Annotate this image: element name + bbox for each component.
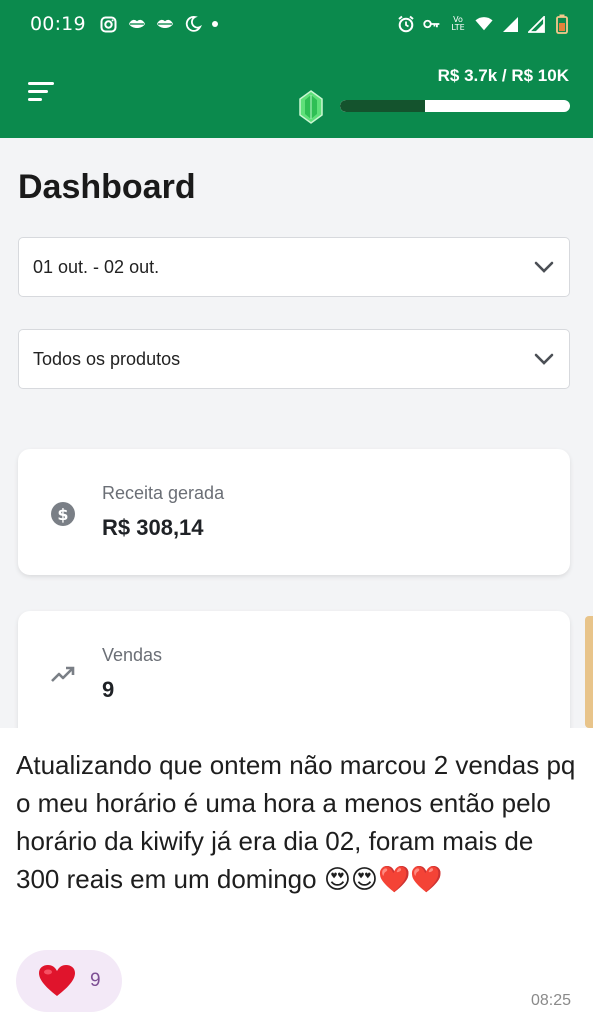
system-icons: Vo LTE xyxy=(397,14,571,34)
product-select[interactable]: Todos os produtos xyxy=(18,329,570,389)
key-icon xyxy=(423,15,441,33)
revenue-goal-text: R$ 3.7k / R$ 10K xyxy=(437,66,569,85)
status-time: 00:19 xyxy=(30,13,86,35)
emerald-gem-icon xyxy=(298,90,324,124)
product-select-value: Todos os produtos xyxy=(33,348,181,369)
goal-progress-bar xyxy=(340,100,570,112)
trending-up-icon xyxy=(51,666,75,682)
reaction-count: 9 xyxy=(90,970,101,991)
dollar-circle-icon: $ xyxy=(51,502,75,526)
revenue-card: $ Receita gerada R$ 308,14 xyxy=(18,449,570,575)
date-range-select[interactable]: 01 out. - 02 out. xyxy=(18,237,570,297)
lips-icon xyxy=(156,15,174,33)
sales-value: 9 xyxy=(102,677,115,702)
alarm-icon xyxy=(397,15,415,33)
chevron-down-icon xyxy=(534,353,554,365)
notification-icons xyxy=(100,15,218,33)
message-time: 08:25 xyxy=(530,992,571,1009)
status-bar: 00:19 Vo LTE xyxy=(0,0,593,48)
battery-icon xyxy=(553,14,571,34)
heart-icon xyxy=(38,964,76,998)
wifi-icon xyxy=(475,15,493,33)
lips-icon xyxy=(128,15,146,33)
chat-message: Atualizando que ontem não marcou 2 venda… xyxy=(0,728,593,1024)
more-notifications-dot xyxy=(211,21,218,27)
revenue-value: R$ 308,14 xyxy=(102,515,204,540)
lte-label: LTE xyxy=(451,23,465,32)
moon-phone-icon xyxy=(184,15,202,33)
heart-reaction[interactable]: 9 xyxy=(16,950,122,1012)
chevron-down-icon xyxy=(534,261,554,273)
volte-icon: Vo LTE xyxy=(449,15,467,33)
menu-icon[interactable] xyxy=(28,82,54,102)
sales-label: Vendas xyxy=(102,645,163,665)
app-bar: R$ 3.7k / R$ 10K xyxy=(0,48,593,138)
revenue-label: Receita gerada xyxy=(102,483,225,503)
instagram-icon xyxy=(100,15,118,33)
scrollbar[interactable] xyxy=(585,616,593,728)
goal-progress-fill xyxy=(340,100,426,112)
dashboard-screenshot: 00:19 Vo LTE R$ 3.7k / R$ 10K Dashboard … xyxy=(0,0,593,728)
signal-icon xyxy=(527,15,545,33)
sales-card: Vendas 9 xyxy=(18,611,570,728)
dashboard-content: Dashboard 01 out. - 02 out. Todos os pro… xyxy=(18,138,570,728)
date-range-value: 01 out. - 02 out. xyxy=(33,256,160,277)
message-text: Atualizando que ontem não marcou 2 venda… xyxy=(16,750,576,894)
signal-icon xyxy=(501,15,519,33)
page-title: Dashboard xyxy=(18,168,196,206)
svg-text:$: $ xyxy=(57,505,68,524)
